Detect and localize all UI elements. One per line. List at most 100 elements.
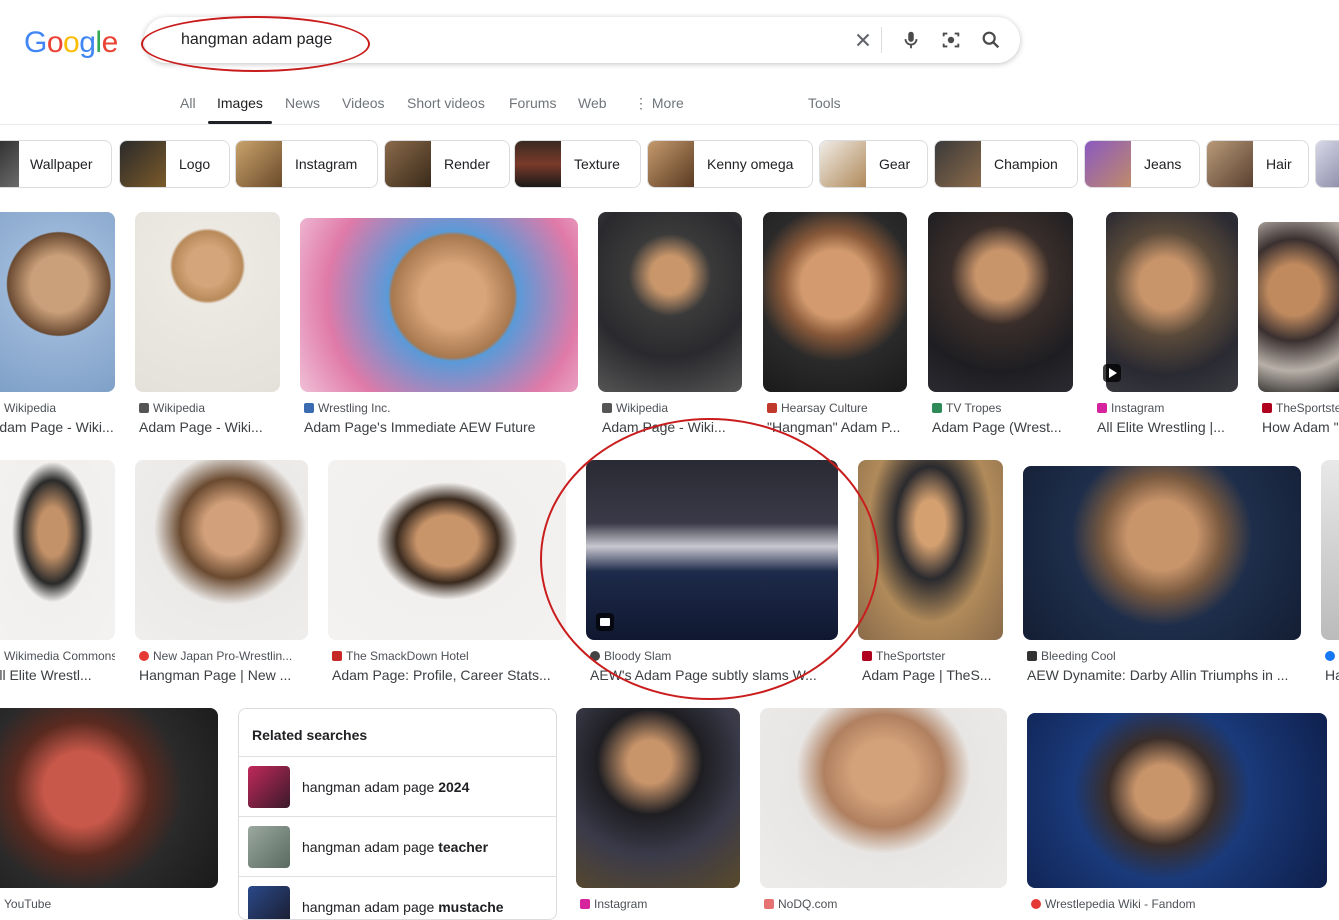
tab-short-videos[interactable]: Short videos [407,95,485,111]
image-result[interactable]: Bleeding Cool AEW Dynamite: Darby Allin … [1023,460,1301,690]
google-logo[interactable]: Google [24,26,118,60]
chip-hair[interactable]: Hair [1206,140,1309,188]
result-title: Adam Page (Wrest... [932,419,1062,435]
tab-images[interactable]: Images [217,95,263,111]
image-result[interactable]: Wikimedia Commons All Elite Wrestl... [0,460,115,690]
image-result[interactable]: Wikipedia Adam Page - Wiki... [598,212,742,442]
result-source-name: Wikipedia [153,401,206,415]
chip-kenny-omega[interactable]: Kenny omega [647,140,813,188]
close-icon[interactable] [852,29,874,51]
image-result[interactable]: NoDQ.com [760,708,1007,918]
image-result[interactable]: Instagram [576,708,740,918]
image-result[interactable]: The SmackDown Hotel Adam Page: Profile, … [328,460,566,690]
chip-label: Instagram [295,156,358,172]
related-search-prefix: hangman adam page [302,899,439,915]
tab-forums[interactable]: Forums [509,95,556,111]
chip-wallpaper[interactable]: Wallpaper [0,140,112,188]
result-title: Hangman Page | New ... [139,667,292,683]
result-image [0,460,115,640]
result-image [0,212,115,392]
chip-champion[interactable]: Champion [934,140,1078,188]
chip-thumbnail [1316,141,1339,187]
mic-icon[interactable] [900,29,922,51]
chip-label: Hair [1266,156,1292,172]
image-result[interactable]: Bloody Slam AEW's Adam Page subtly slams… [586,460,838,690]
image-result[interactable]: Hearsay Culture "Hangman" Adam P... [763,212,907,442]
chip-label: Champion [994,156,1058,172]
thesportster-icon [862,651,872,661]
chip-thumbnail [385,141,431,187]
related-search-bold: mustache [438,899,504,915]
chip-gear[interactable]: Gear [819,140,928,188]
logo-letter: o [46,26,64,59]
related-search-item[interactable]: hangman adam page mustache [239,876,556,919]
tab-all[interactable]: All [180,95,196,111]
camera-lens-icon[interactable] [940,29,962,51]
chip-render[interactable]: Render [384,140,510,188]
chip-partial[interactable] [1315,140,1339,188]
chip-jeans[interactable]: Jeans [1084,140,1200,188]
result-source-name: Wrestling Inc. [318,401,391,415]
result-title: Adam Page | TheS... [862,667,992,683]
search-box[interactable]: hangman adam page [144,17,1020,63]
result-source: TheSportster [1262,401,1339,415]
chip-texture[interactable]: Texture [514,140,641,188]
video-play-icon [1103,364,1121,382]
result-source-name: Bloody Slam [604,649,672,663]
chip-thumbnail [515,141,561,187]
image-result[interactable]: New Japan Pro-Wrestlin... Hangman Page |… [135,460,308,690]
result-image [858,460,1003,640]
tools-button[interactable]: Tools [808,95,841,111]
result-source: TheSportster [862,649,1002,663]
header-divider [0,124,1339,125]
related-search-text: hangman adam page mustache [302,899,504,915]
chip-thumbnail [236,141,282,187]
wikipedia-icon [139,403,149,413]
related-thumbnail [248,886,290,919]
image-result[interactable]: Wrestlepedia Wiki - Fandom [1027,708,1327,918]
image-result[interactable]: YouTube [0,708,218,918]
search-input[interactable]: hangman adam page [181,31,332,49]
image-result[interactable]: Ha [1321,460,1339,690]
result-image [300,218,578,392]
logo-letter: G [24,26,47,59]
result-image [1023,466,1301,640]
related-searches-panel: Related searches hangman adam page 2024 … [238,708,557,920]
tab-web[interactable]: Web [578,95,607,111]
result-title: All Elite Wrestl... [0,667,92,683]
image-result[interactable]: TV Tropes Adam Page (Wrest... [928,212,1073,442]
result-image [1027,713,1327,888]
result-source-name: Wikipedia [4,401,57,415]
chip-thumbnail [935,141,981,187]
image-result[interactable]: Wikipedia Adam Page - Wiki... [0,212,115,442]
chip-logo[interactable]: Logo [119,140,230,188]
result-source: New Japan Pro-Wrestlin... [139,649,307,663]
chip-instagram[interactable]: Instagram [235,140,378,188]
related-thumbnail [248,826,290,868]
tab-news[interactable]: News [285,95,320,111]
result-image [576,708,740,888]
result-source-name: TheSportster [876,649,946,663]
result-image [586,460,838,640]
image-result[interactable]: Instagram All Elite Wrestling |... [1093,212,1238,442]
search-icon[interactable] [980,29,1002,51]
image-result[interactable]: TheSportster Adam Page | TheS... [858,460,1003,690]
tab-more[interactable]: ⋮ More [634,95,684,112]
result-title: Ha [1325,667,1339,683]
chip-label: Render [444,156,490,172]
result-title: Adam Page: Profile, Career Stats... [332,667,551,683]
image-result[interactable]: Wikipedia Adam Page - Wiki... [135,212,280,442]
related-search-item[interactable]: hangman adam page teacher [239,816,556,877]
chip-label: Logo [179,156,211,172]
thesportster-icon [1262,403,1272,413]
logo-letter: o [63,26,80,59]
image-result[interactable]: Wrestling Inc. Adam Page's Immediate AEW… [300,212,578,442]
related-search-item[interactable]: hangman adam page 2024 [239,756,556,817]
tab-videos[interactable]: Videos [342,95,385,111]
wikipedia-icon [602,403,612,413]
result-source [1325,649,1339,663]
result-image [1321,460,1339,640]
image-result[interactable]: TheSportster How Adam " [1258,212,1339,442]
result-source: Wikipedia [0,401,115,415]
result-source-name: Bleeding Cool [1041,649,1116,663]
